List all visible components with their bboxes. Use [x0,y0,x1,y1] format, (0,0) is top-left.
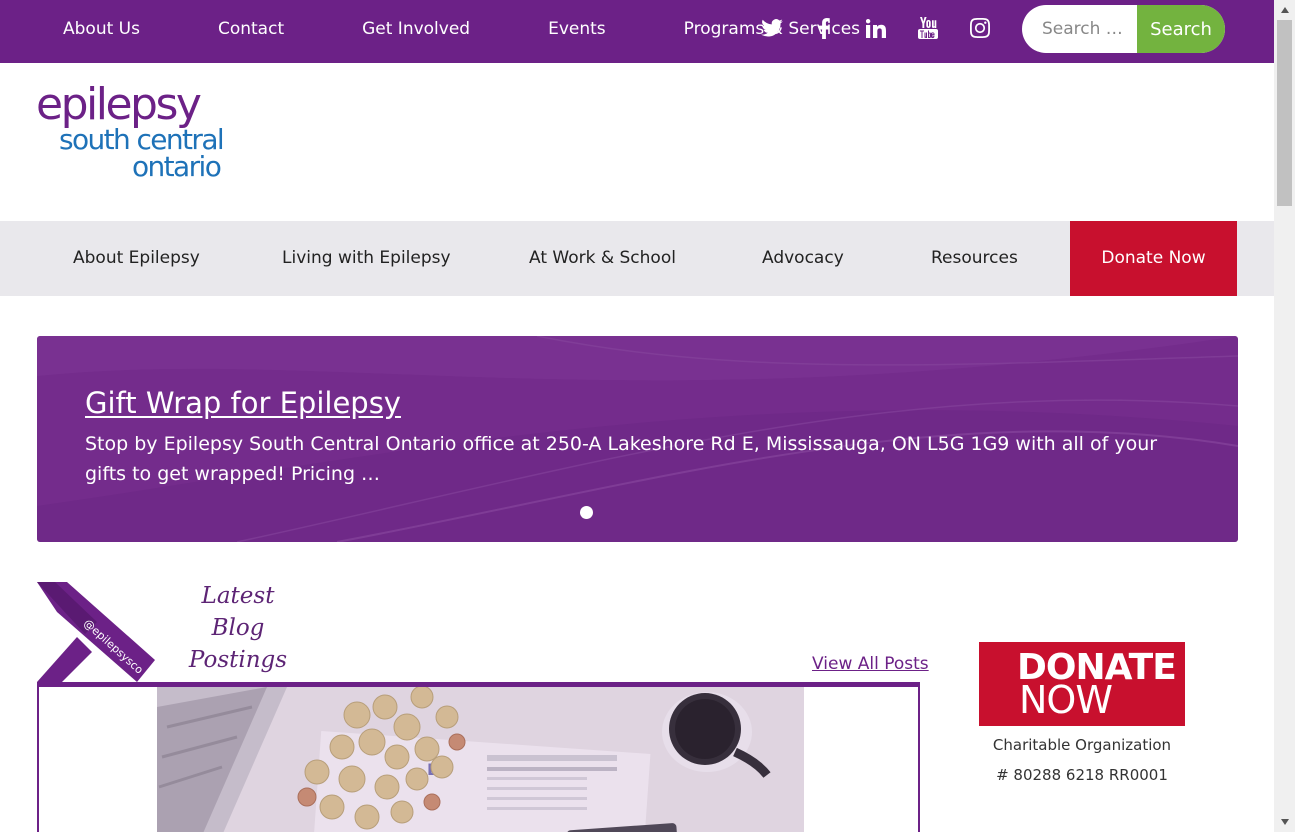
youtube-icon[interactable] [916,14,940,42]
main-nav-resources[interactable]: Resources [931,221,1018,296]
heading-line-1: Latest [201,583,275,609]
hero-title-link[interactable]: Gift Wrap for Epilepsy [85,386,401,420]
scroll-down-arrow-icon[interactable] [1274,812,1295,832]
search-form: Search [1022,5,1225,53]
top-nav-about-us[interactable]: About Us [37,13,140,45]
search-input[interactable] [1022,5,1152,53]
scroll-up-arrow-icon[interactable] [1274,0,1295,20]
logo-line-epilepsy: epilepsy [36,79,202,130]
charitable-number: # 80288 6218 RR0001 [996,766,1168,784]
donate-now-banner[interactable]: DONATE NOW [979,642,1185,726]
page: About Us Contact Get Involved Events Pro… [0,0,1295,832]
twitter-icon[interactable] [760,14,784,42]
facebook-icon[interactable] [812,14,836,42]
heading-line-3: Postings [188,647,288,673]
scroll-thumb[interactable] [1277,20,1292,206]
top-nav-get-involved[interactable]: Get Involved [336,13,470,45]
logo-line-ontario: ontario [132,150,222,183]
hero-slider: Gift Wrap for Epilepsy Stop by Epilepsy … [37,336,1238,542]
slider-dot-active[interactable] [580,506,593,519]
donate-now-nav-button[interactable]: Donate Now [1070,221,1237,296]
main-nav-advocacy[interactable]: Advocacy [762,221,844,296]
hero-excerpt: Stop by Epilepsy South Central Ontario o… [85,433,1158,485]
social-links [760,14,1020,42]
linkedin-icon[interactable] [864,14,888,42]
latest-blog-postings-heading: Latest Blog Postings [183,580,293,676]
blog-post-card[interactable]: ES [37,682,920,832]
site-logo[interactable]: epilepsy south central ontario [36,79,226,194]
page-scrollbar[interactable] [1274,0,1295,832]
top-nav-contact[interactable]: Contact [192,13,284,45]
charitable-info: Charitable Organization # 80288 6218 RR0… [979,730,1185,790]
view-all-posts-link[interactable]: View All Posts [812,654,929,674]
top-bar: About Us Contact Get Involved Events Pro… [0,0,1274,63]
charitable-label: Charitable Organization [992,736,1172,754]
heading-line-2: Blog [211,615,265,641]
purple-ribbon-icon: @epilepsysco [37,582,155,682]
search-button[interactable]: Search [1137,5,1225,53]
main-nav-living-with-epilepsy[interactable]: Living with Epilepsy [282,221,451,296]
main-nav-at-work-school[interactable]: At Work & School [529,221,676,296]
coins-laptop-photo: ES [157,687,804,832]
main-nav-about-epilepsy[interactable]: About Epilepsy [73,221,200,296]
logo-line-south-central: south central [59,123,225,156]
blog-post-image[interactable]: ES [157,687,804,832]
instagram-icon[interactable] [968,14,992,42]
top-nav-events[interactable]: Events [522,13,606,45]
donate-banner-line2: NOW [1019,678,1113,722]
